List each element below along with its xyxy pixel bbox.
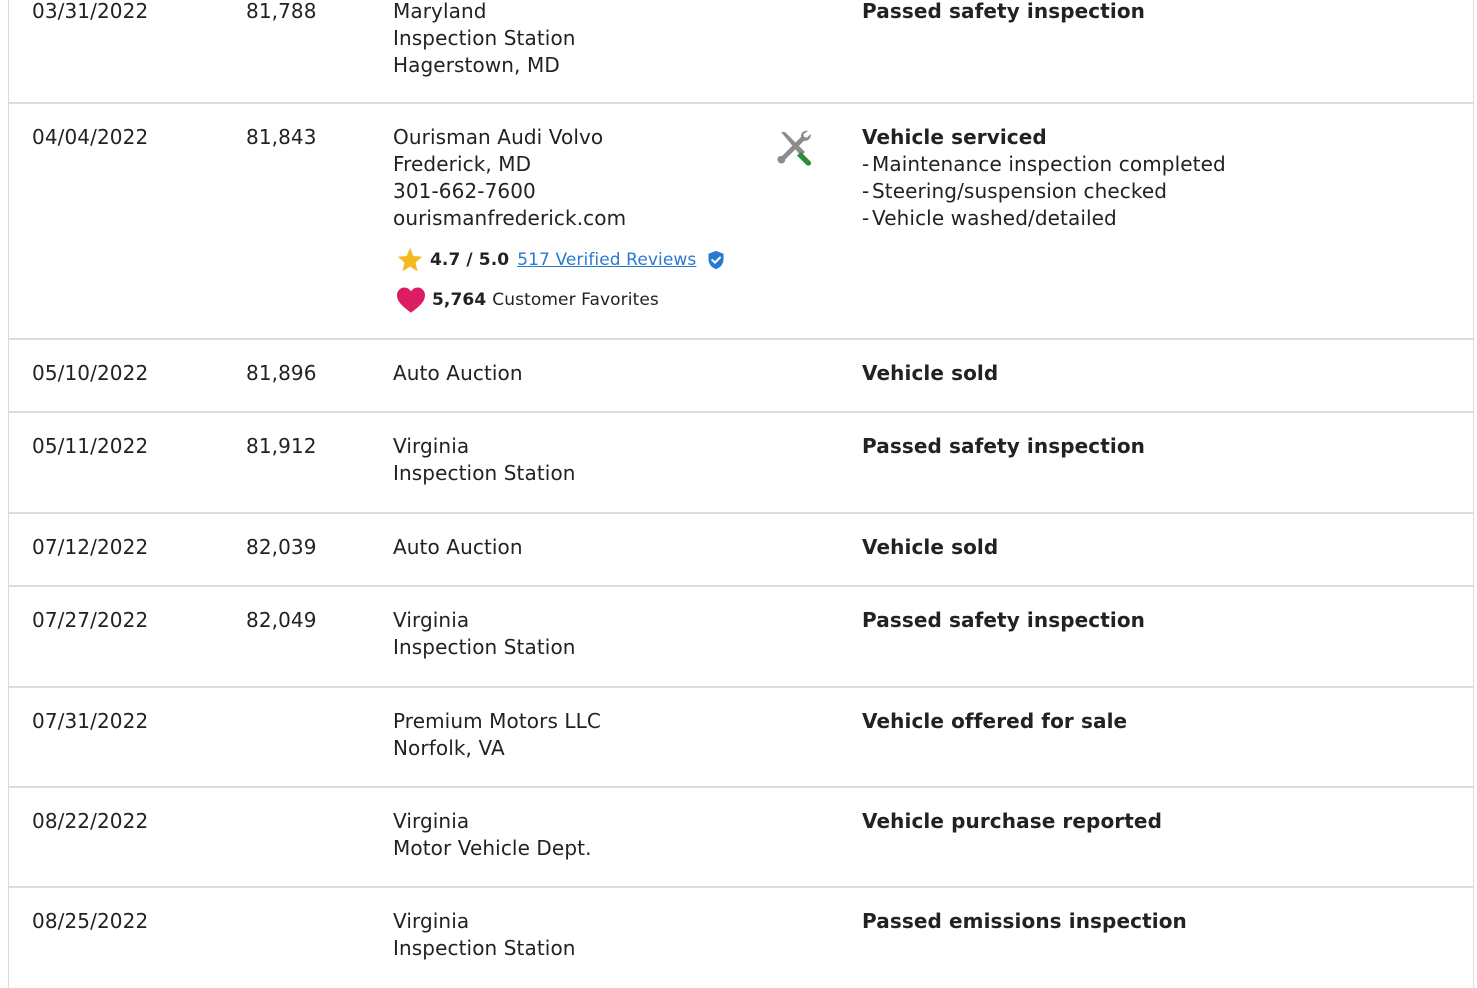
record-details: Passed safety inspection bbox=[862, 433, 1145, 460]
rating-score: 4.7 / 5.0 bbox=[430, 250, 510, 270]
record-date: 05/11/2022 bbox=[32, 434, 149, 458]
source-line: Virginia bbox=[393, 909, 470, 933]
record-details: Vehicle purchase reported bbox=[862, 808, 1162, 835]
record-date: 07/12/2022 bbox=[32, 535, 149, 559]
record-details: Vehicle sold bbox=[862, 534, 998, 561]
source-line: Motor Vehicle Dept. bbox=[393, 836, 592, 860]
record-details: Vehicle sold bbox=[862, 360, 998, 387]
odometer-reading: 81,896 bbox=[246, 361, 317, 385]
star-icon bbox=[397, 247, 423, 272]
source-line: Inspection Station bbox=[393, 936, 576, 960]
source-info: Virginia Inspection Station bbox=[393, 607, 576, 661]
table-row: 08/25/2022 Virginia Inspection Station P… bbox=[9, 888, 1473, 988]
verified-reviews-link[interactable]: 517 Verified Reviews bbox=[517, 249, 696, 271]
odometer-reading: 82,049 bbox=[246, 608, 317, 632]
dealer-location: Frederick, MD bbox=[393, 152, 532, 176]
record-details: Passed safety inspection bbox=[862, 607, 1145, 634]
dealer-phone: 301-662-7600 bbox=[393, 179, 536, 203]
source-line: Norfolk, VA bbox=[393, 736, 505, 760]
record-details: Passed safety inspection bbox=[862, 0, 1145, 25]
source-line: Virginia bbox=[393, 608, 470, 632]
vehicle-history-table: 03/31/2022 81,788 Maryland Inspection St… bbox=[8, 0, 1474, 988]
source-line: Inspection Station bbox=[393, 26, 576, 50]
source-info: Auto Auction bbox=[393, 360, 523, 387]
detail-item: - Vehicle washed/detailed bbox=[862, 206, 1117, 230]
record-date: 08/25/2022 bbox=[32, 909, 149, 933]
source-info: Virginia Inspection Station bbox=[393, 433, 576, 487]
favorites-count: 5,764 bbox=[432, 290, 487, 310]
odometer-reading: 82,039 bbox=[246, 535, 317, 559]
dealer-rating: 4.7 / 5.0 517 Verified Reviews bbox=[393, 246, 726, 274]
detail-title: Passed emissions inspection bbox=[862, 909, 1187, 933]
record-date: 03/31/2022 bbox=[32, 0, 149, 23]
source-line: Hagerstown, MD bbox=[393, 53, 560, 77]
table-row: 08/22/2022 Virginia Motor Vehicle Dept. … bbox=[9, 788, 1473, 888]
source-info: Maryland Inspection Station Hagerstown, … bbox=[393, 0, 576, 79]
dealer-website: ourismanfrederick.com bbox=[393, 206, 627, 230]
record-date: 07/31/2022 bbox=[32, 709, 149, 733]
source-info: Premium Motors LLC Norfolk, VA bbox=[393, 708, 601, 762]
record-details: Vehicle offered for sale bbox=[862, 708, 1127, 735]
source-info: Virginia Inspection Station bbox=[393, 908, 576, 962]
odometer-reading: 81,843 bbox=[246, 125, 317, 149]
source-line: Premium Motors LLC bbox=[393, 709, 601, 733]
heart-icon bbox=[397, 287, 425, 313]
table-row: 07/31/2022 Premium Motors LLC Norfolk, V… bbox=[9, 688, 1473, 788]
record-details: Passed emissions inspection bbox=[862, 908, 1187, 935]
detail-title: Vehicle purchase reported bbox=[862, 809, 1163, 833]
dealer-name: Ourisman Audi Volvo bbox=[393, 125, 604, 149]
customer-favorites: 5,764 Customer Favorites bbox=[393, 286, 726, 314]
favorites-label: Customer Favorites bbox=[492, 290, 659, 310]
detail-title: Vehicle sold bbox=[862, 535, 999, 559]
table-row: 05/11/2022 81,912 Virginia Inspection St… bbox=[9, 413, 1473, 514]
table-row: 04/04/2022 81,843 Ourisman Audi Volvo Fr… bbox=[9, 104, 1473, 340]
source-line: Auto Auction bbox=[393, 361, 523, 385]
record-date: 04/04/2022 bbox=[32, 125, 149, 149]
detail-item: - Steering/suspension checked bbox=[862, 179, 1168, 203]
source-line: Auto Auction bbox=[393, 535, 523, 559]
record-date: 08/22/2022 bbox=[32, 809, 149, 833]
source-line: Inspection Station bbox=[393, 461, 576, 485]
detail-title: Passed safety inspection bbox=[862, 0, 1146, 23]
detail-item: - Maintenance inspection completed bbox=[862, 152, 1226, 176]
detail-title: Passed safety inspection bbox=[862, 608, 1146, 632]
source-line: Virginia bbox=[393, 434, 470, 458]
odometer-reading: 81,788 bbox=[246, 0, 317, 23]
verified-shield-icon bbox=[708, 250, 724, 270]
record-date: 05/10/2022 bbox=[32, 361, 149, 385]
source-line: Inspection Station bbox=[393, 635, 576, 659]
table-row: 07/27/2022 82,049 Virginia Inspection St… bbox=[9, 587, 1473, 688]
record-date: 07/27/2022 bbox=[32, 608, 149, 632]
source-info: Auto Auction bbox=[393, 534, 523, 561]
service-tools-icon bbox=[775, 128, 815, 175]
source-info: Virginia Motor Vehicle Dept. bbox=[393, 808, 592, 862]
source-line: Virginia bbox=[393, 809, 470, 833]
odometer-reading: 81,912 bbox=[246, 434, 317, 458]
record-details: Vehicle serviced - Maintenance inspection… bbox=[862, 124, 1226, 232]
table-row: 07/12/2022 82,039 Auto Auction Vehicle s… bbox=[9, 514, 1473, 587]
detail-title: Vehicle serviced bbox=[862, 125, 1047, 149]
table-row: 05/10/2022 81,896 Auto Auction Vehicle s… bbox=[9, 340, 1473, 413]
table-row: 03/31/2022 81,788 Maryland Inspection St… bbox=[9, 0, 1473, 104]
source-line: Maryland bbox=[393, 0, 487, 23]
detail-title: Vehicle sold bbox=[862, 361, 999, 385]
source-info: Ourisman Audi Volvo Frederick, MD 301-66… bbox=[393, 124, 726, 314]
detail-title: Vehicle offered for sale bbox=[862, 709, 1128, 733]
detail-title: Passed safety inspection bbox=[862, 434, 1146, 458]
